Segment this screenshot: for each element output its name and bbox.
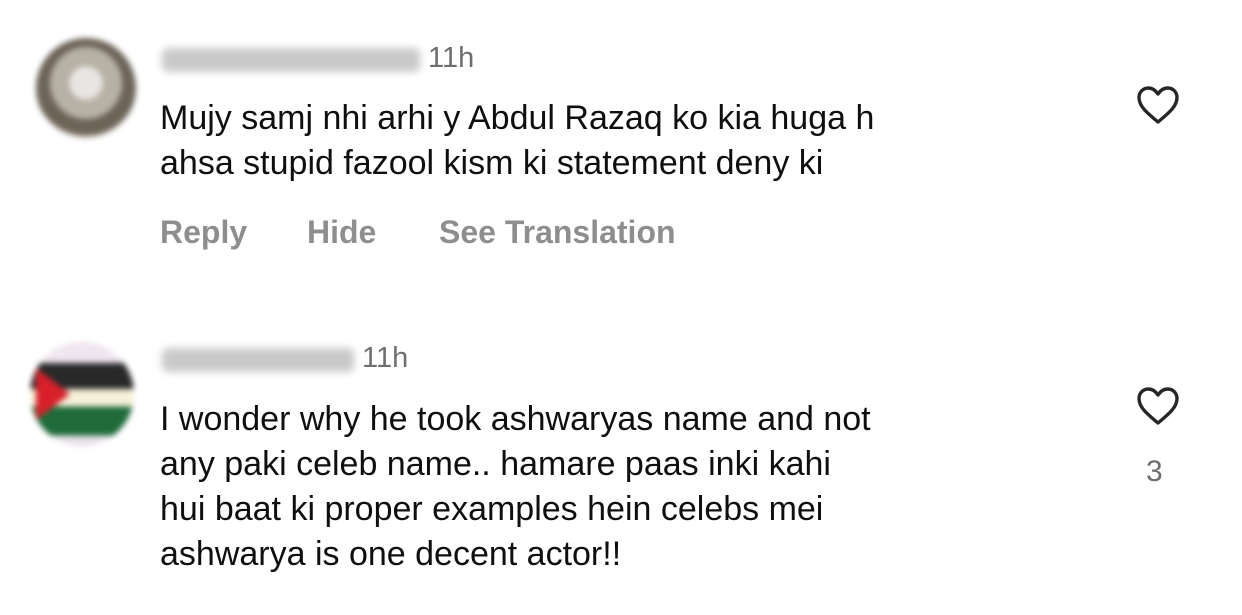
comment-text-line: hui baat ki proper examples hein celebs … [160, 490, 824, 528]
like-count[interactable]: 3 [1146, 455, 1163, 489]
comment-text-line: I wonder why he took ashwaryas name and … [160, 400, 871, 438]
username-blurred[interactable] [162, 348, 354, 372]
see-translation-button[interactable]: See Translation [439, 214, 676, 251]
comment-item: 11h Mujy samj nhi arhi y Abdul Razaq ko … [0, 0, 1242, 300]
timestamp: 11h [428, 42, 475, 74]
comment-text: Mujy samj nhi arhi y Abdul Razaq ko kia … [160, 96, 1100, 186]
comment-text-line: any paki celeb name.. hamare paas inki k… [160, 445, 831, 483]
heart-outline-icon[interactable] [1136, 386, 1180, 426]
hide-button[interactable]: Hide [307, 214, 376, 251]
heart-outline-icon[interactable] [1136, 85, 1180, 125]
avatar[interactable] [30, 342, 134, 446]
comment-text-line: ashwarya is one decent actor!! [160, 535, 622, 573]
reply-button[interactable]: Reply [160, 214, 247, 251]
comment-text-line: Mujy samj nhi arhi y Abdul Razaq ko kia … [160, 99, 875, 137]
username-blurred[interactable] [162, 48, 420, 72]
comment-item: 11h I wonder why he took ashwaryas name … [0, 300, 1242, 615]
avatar[interactable] [36, 38, 136, 138]
comment-text-line: ahsa stupid fazool kism ki statement den… [160, 144, 824, 182]
timestamp: 11h [362, 342, 409, 374]
comment-text: I wonder why he took ashwaryas name and … [160, 397, 1100, 577]
